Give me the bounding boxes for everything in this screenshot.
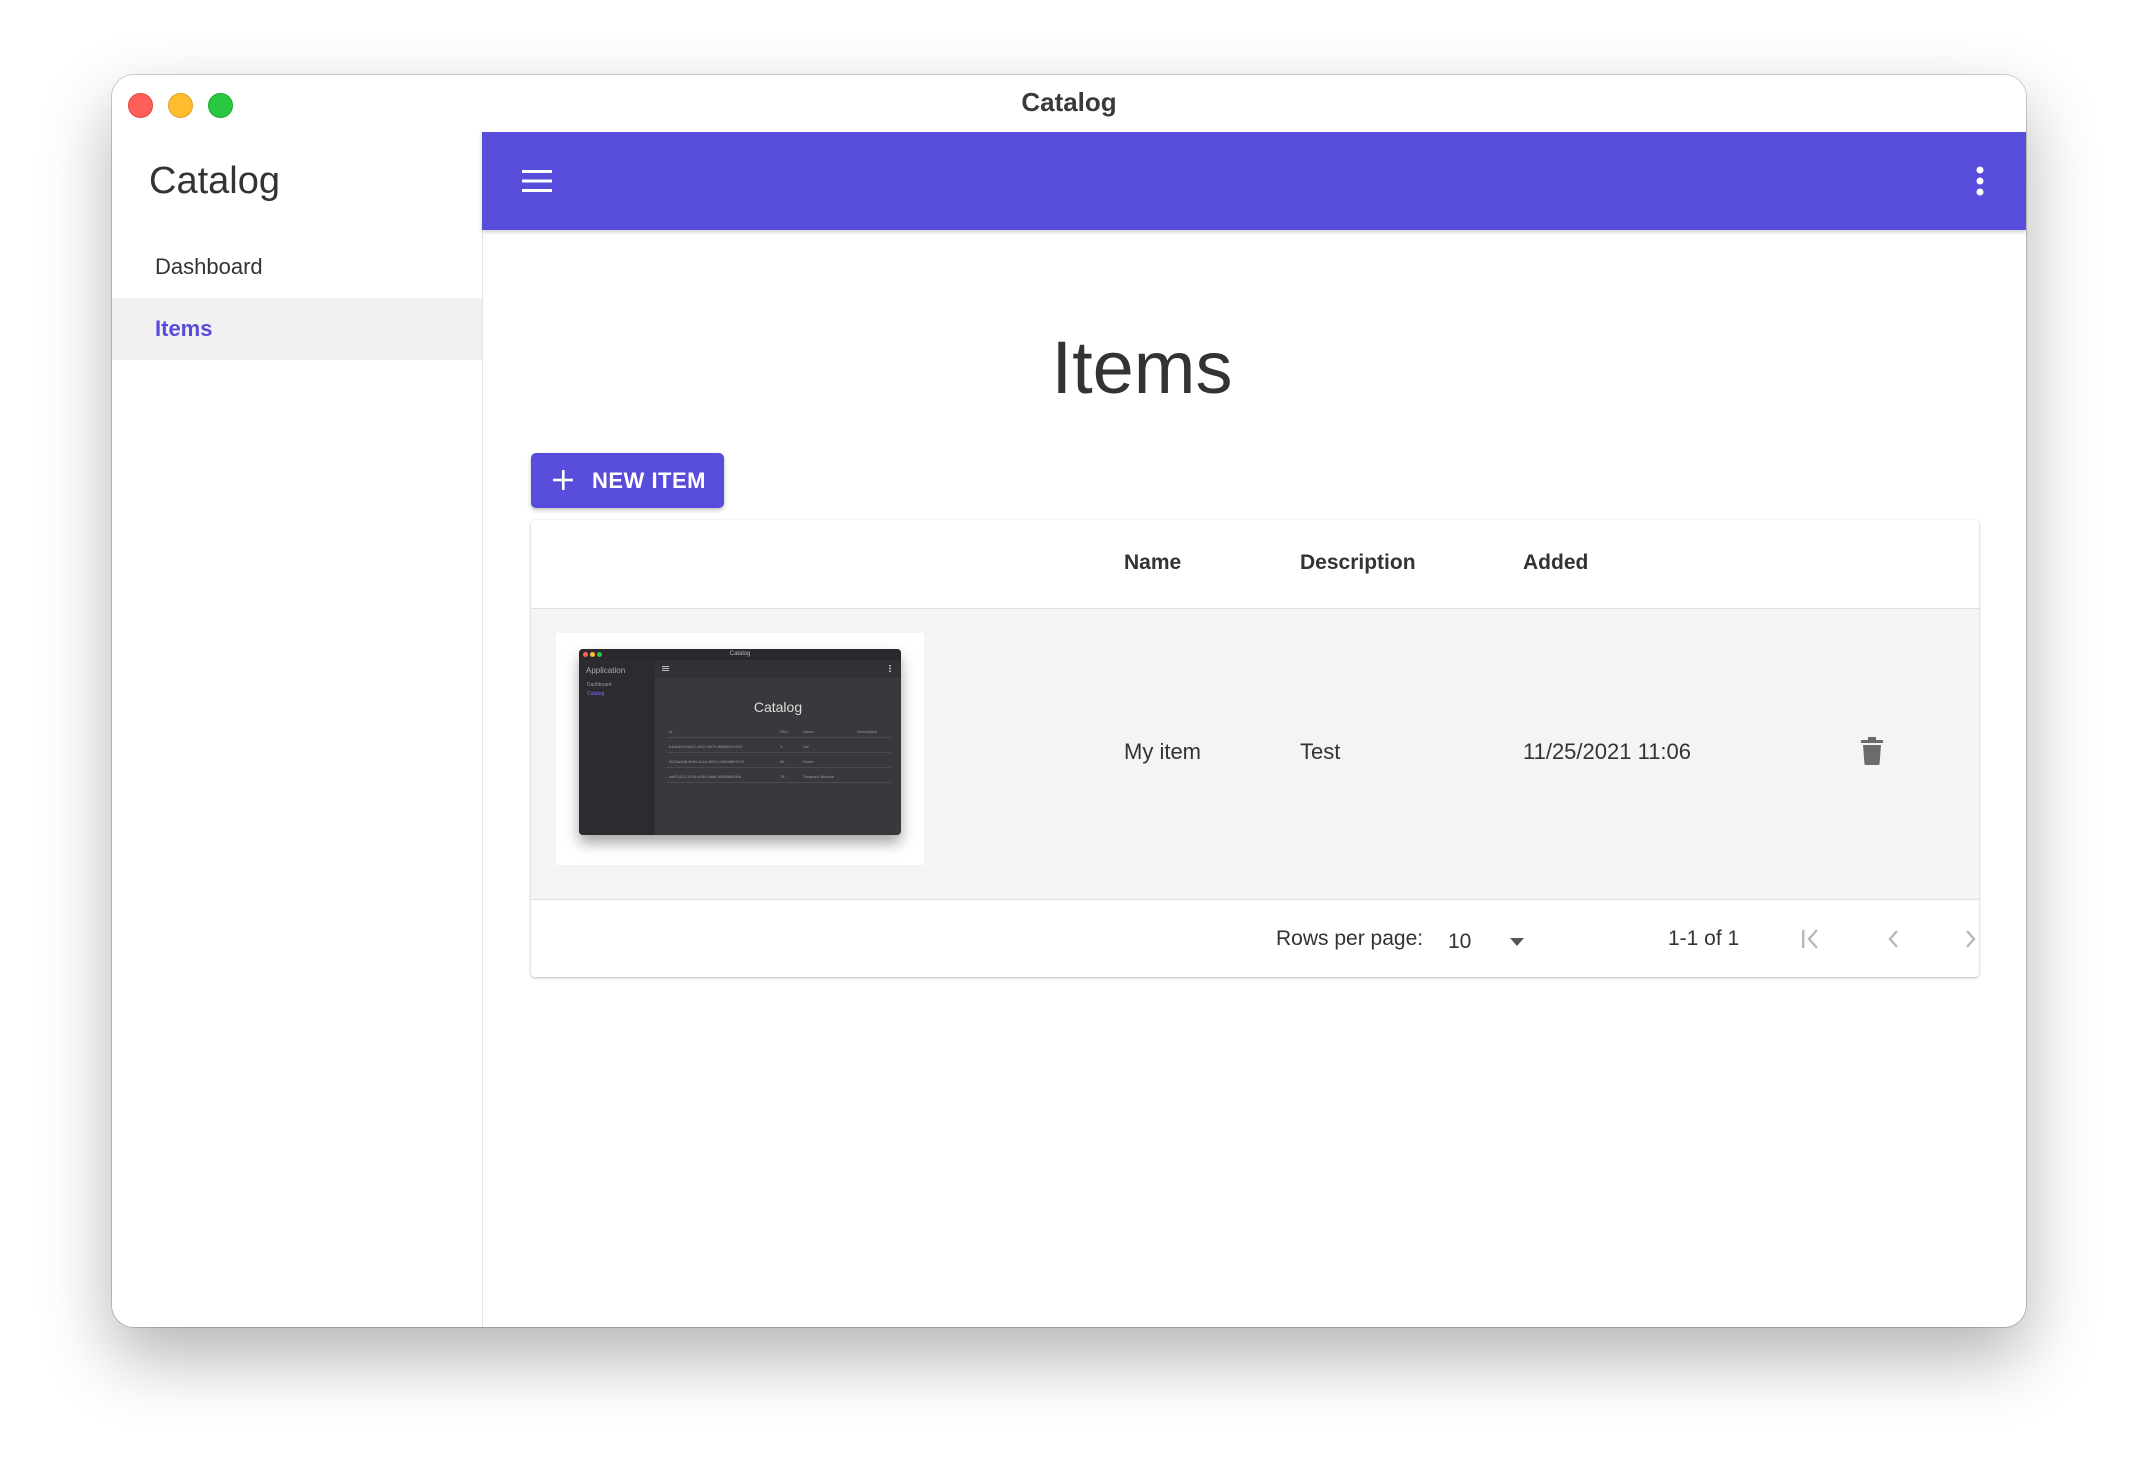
column-header-description[interactable]: Description	[1300, 551, 1416, 575]
app-bar	[482, 132, 2026, 230]
pagination-range: 1-1 of 1	[1668, 927, 1740, 950]
thumbnail-cell: 78	[780, 774, 785, 779]
sidebar: Catalog Dashboard Items	[112, 132, 483, 1327]
cell-added: 11/25/2021 11:06	[1523, 739, 1692, 764]
thumbnail-cell: Val	[803, 744, 809, 749]
items-table: Name Description Added Catalog Applicati…	[531, 520, 1979, 977]
thumbnail-cell: b4ad42ef-9d21-4627-8379-f6f65697c902	[669, 744, 742, 749]
thumbnail-col-header: Description	[857, 729, 878, 734]
column-header-added[interactable]: Added	[1523, 551, 1588, 575]
column-header-name[interactable]: Name	[1124, 551, 1181, 575]
thumbnail-content-title: Catalog	[753, 699, 803, 715]
more-vertical-icon[interactable]	[1976, 166, 1984, 196]
new-item-button[interactable]: NEW ITEM	[531, 453, 724, 508]
item-thumbnail: Catalog Application Dashboard Catalog Ca…	[556, 633, 924, 865]
table-header: Name Description Added	[531, 520, 1979, 609]
chevron-down-icon[interactable]	[1510, 938, 1524, 946]
thumbnail-col-header: SKU	[780, 729, 789, 734]
cell-name: My item	[1124, 739, 1201, 764]
cell-description: Test	[1300, 739, 1341, 764]
thumbnail-screenshot: Catalog Application Dashboard Catalog Ca…	[579, 649, 901, 835]
thumbnail-cell: 1	[780, 744, 783, 749]
thumbnail-cell: Treasure Medium	[803, 774, 835, 779]
table-pagination: Rows per page: 10 1-1 of 1	[531, 900, 1979, 977]
thumbnail-sidebar-item: Catalog	[587, 691, 605, 697]
rows-per-page-label: Rows per page:	[1276, 927, 1424, 950]
plus-icon	[553, 470, 573, 490]
thumbnail-cell: aa971021-f159-4d34-bb66-d4f3f5fb530e	[669, 774, 742, 779]
window-title: Catalog	[1021, 87, 1117, 117]
sidebar-item-dashboard[interactable]: Dashboard	[112, 236, 482, 298]
thumbnail-appbar	[655, 660, 901, 678]
page-title: Items	[1051, 326, 1233, 409]
thumbnail-more-icon	[889, 665, 891, 672]
thumbnail-cell: 9023add6-9b04-41ed-897d-1f36dd8b7e72	[669, 759, 745, 764]
thumbnail-sidebar-title: Application	[586, 666, 626, 675]
next-page-icon[interactable]	[1957, 926, 1979, 952]
delete-icon[interactable]	[1861, 737, 1883, 765]
thumbnail-col-header: Name	[803, 729, 814, 734]
thumbnail-col-header: Id	[669, 729, 673, 734]
previous-page-icon[interactable]	[1881, 926, 1907, 952]
thumbnail-sidebar: Application Dashboard Catalog	[579, 660, 655, 835]
new-item-label: NEW ITEM	[592, 468, 706, 493]
rows-per-page-select[interactable]: 10	[1448, 930, 1471, 954]
first-page-icon[interactable]	[1798, 926, 1824, 952]
table-row[interactable]: Catalog Application Dashboard Catalog Ca…	[531, 609, 1979, 900]
thumbnail-titlebar: Catalog	[579, 649, 901, 660]
thumbnail-window-title: Catalog	[729, 651, 751, 657]
hamburger-menu-icon[interactable]	[522, 169, 552, 193]
sidebar-item-label: Dashboard	[155, 254, 263, 279]
thumbnail-sidebar-item: Dashboard	[587, 682, 612, 688]
thumbnail-menu-icon	[662, 666, 669, 671]
sidebar-title: Catalog	[149, 160, 280, 202]
sidebar-item-label: Items	[155, 316, 213, 341]
thumbnail-cell: 66	[780, 759, 785, 764]
window-titlebar: Catalog	[112, 75, 2026, 132]
thumbnail-cell: Some	[803, 759, 814, 764]
